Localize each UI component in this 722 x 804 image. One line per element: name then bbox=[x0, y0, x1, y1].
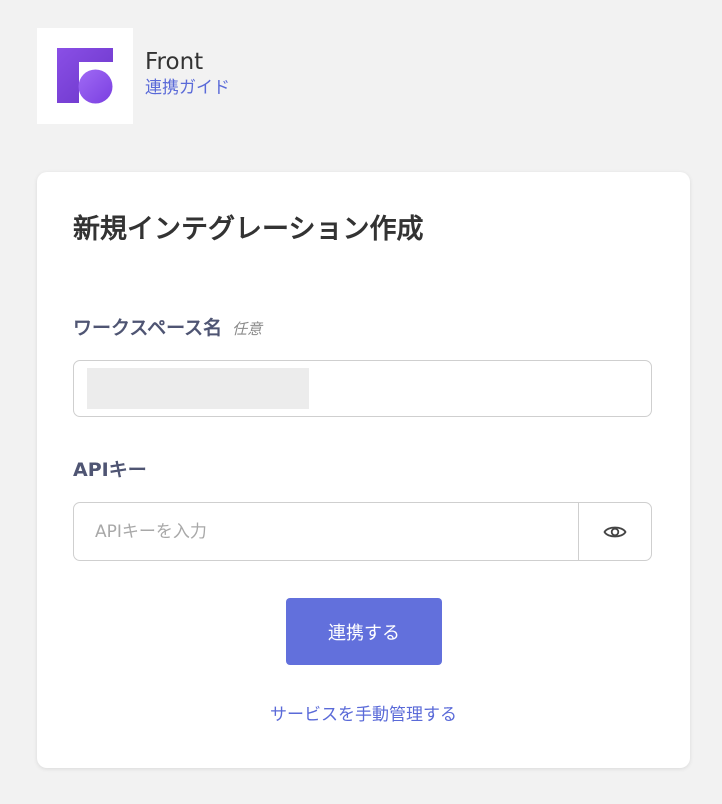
eye-icon bbox=[603, 526, 627, 537]
workspace-name-input[interactable] bbox=[73, 360, 652, 417]
app-header: Front 連携ガイド bbox=[37, 28, 230, 124]
api-key-label: APIキー bbox=[73, 459, 147, 481]
connect-button[interactable]: 連携する bbox=[286, 598, 442, 665]
workspace-name-label-text: ワークスペース名 bbox=[73, 317, 223, 339]
app-name: Front bbox=[145, 49, 204, 75]
toggle-visibility-button[interactable] bbox=[578, 503, 651, 560]
page-title: 新規インテグレーション作成 bbox=[73, 214, 424, 245]
api-key-field-group bbox=[73, 502, 652, 561]
integration-guide-link[interactable]: 連携ガイド bbox=[145, 77, 230, 99]
workspace-name-value bbox=[87, 368, 309, 409]
front-logo-icon bbox=[57, 48, 113, 104]
optional-tag: 任意 bbox=[232, 320, 263, 338]
manual-manage-link[interactable]: サービスを手動管理する bbox=[37, 702, 690, 728]
workspace-name-label: ワークスペース名 任意 bbox=[73, 314, 262, 343]
app-logo bbox=[37, 28, 133, 124]
api-key-input[interactable] bbox=[74, 503, 578, 560]
integration-form-card: 新規インテグレーション作成 ワークスペース名 任意 APIキー 連携する サービス… bbox=[37, 172, 690, 768]
header-text: Front 連携ガイド bbox=[145, 47, 230, 99]
